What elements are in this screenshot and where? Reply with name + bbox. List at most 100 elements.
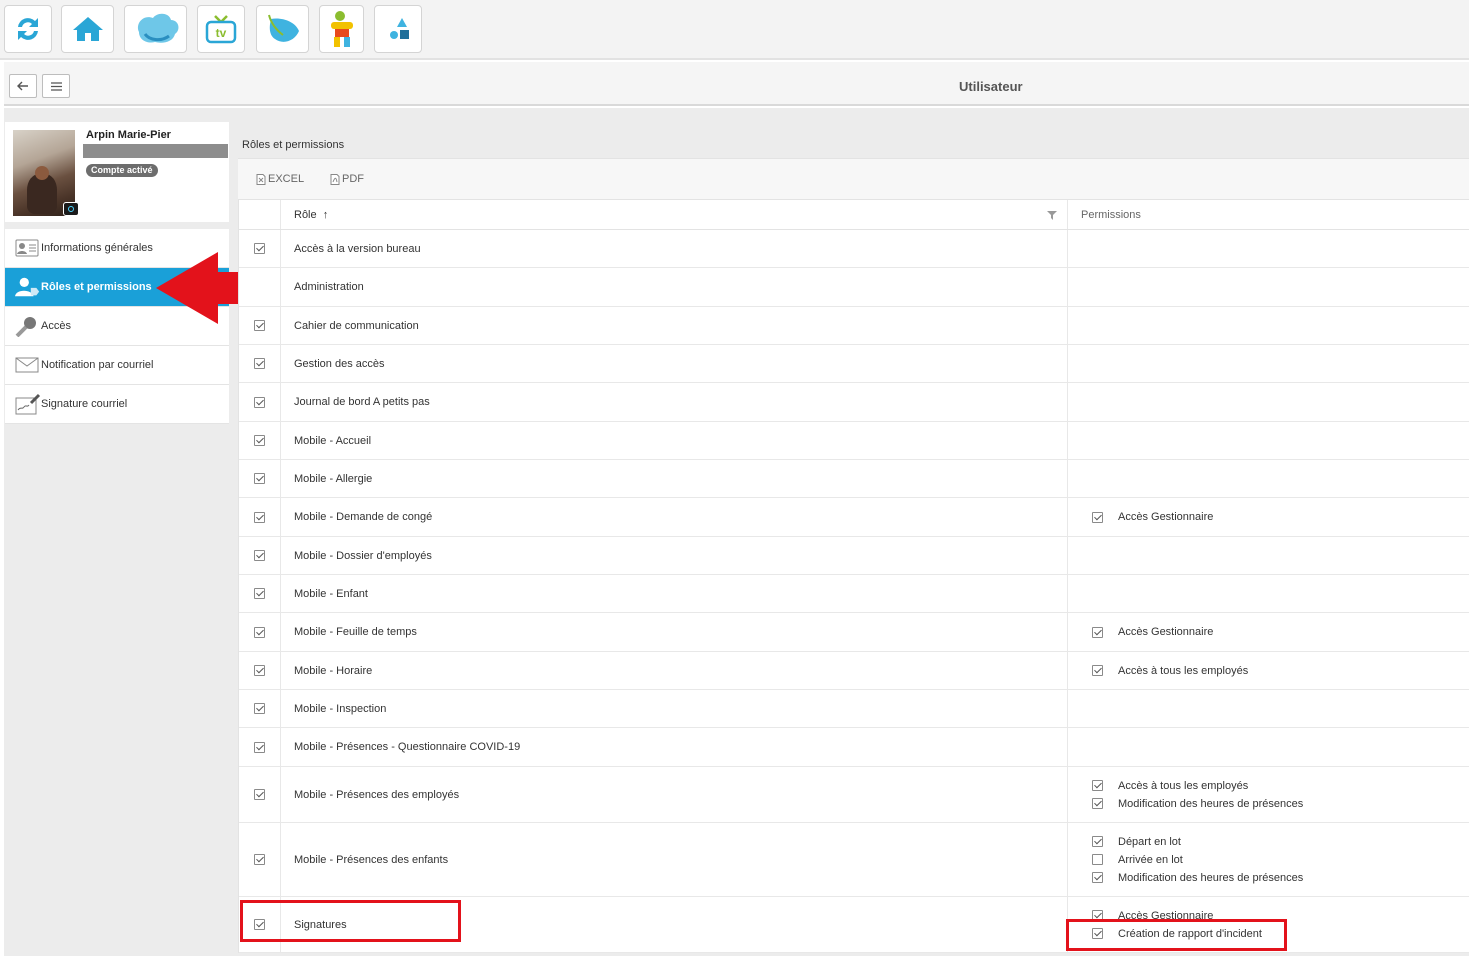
permissions-cell: [1068, 575, 1469, 612]
role-checkbox[interactable]: [254, 626, 265, 638]
permission-label: Accès Gestionnaire: [1118, 511, 1214, 523]
tv-app-button[interactable]: tv: [197, 5, 245, 53]
export-pdf-button[interactable]: PDF: [330, 173, 364, 185]
table-row: Mobile - Allergie: [239, 460, 1469, 498]
role-checkbox[interactable]: [254, 789, 265, 800]
role-checkbox[interactable]: [254, 854, 265, 865]
profile-name: Arpin Marie-Pier: [86, 129, 171, 141]
role-checkbox[interactable]: [254, 473, 265, 484]
permissions-cell: [1068, 230, 1469, 267]
profile-card: Arpin Marie-Pier Compte activé: [5, 122, 229, 222]
permissions-cell: [1068, 268, 1469, 306]
permission-checkbox[interactable]: [1092, 872, 1103, 883]
sidebar-item-label: Signature courriel: [41, 398, 128, 410]
permission-item: Accès à tous les employés: [1092, 662, 1469, 680]
permissions-cell: [1068, 383, 1469, 421]
row-select-cell: [239, 230, 281, 267]
table-row: Mobile - Dossier d'employés: [239, 537, 1469, 575]
row-select-cell: [239, 268, 281, 306]
filter-icon[interactable]: [1047, 210, 1057, 220]
role-checkbox[interactable]: [254, 511, 265, 523]
role-checkbox[interactable]: [254, 358, 265, 369]
id-card-icon: [15, 239, 41, 257]
role-cell: Mobile - Dossier d'employés: [281, 537, 1068, 574]
permission-label: Accès à tous les employés: [1118, 779, 1249, 792]
role-checkbox[interactable]: [254, 588, 265, 599]
roles-grid: Rôle ↑ Permissions Accès à la version bu…: [238, 200, 1469, 953]
permission-checkbox[interactable]: [1092, 511, 1103, 523]
table-row: Mobile - Présences des employés Accès à t…: [239, 767, 1469, 823]
role-checkbox[interactable]: [254, 741, 265, 753]
camera-icon[interactable]: [63, 202, 79, 216]
role-checkbox[interactable]: [254, 550, 265, 561]
page-header: Utilisateur: [4, 62, 1469, 106]
leaf-app-button[interactable]: [256, 5, 309, 53]
role-checkbox[interactable]: [254, 243, 265, 254]
table-row: Mobile - Feuille de temps Accès Gestionna…: [239, 613, 1469, 652]
role-checkbox[interactable]: [254, 703, 265, 714]
row-select-cell: [239, 307, 281, 344]
table-row: Mobile - Présences - Questionnaire COVID…: [239, 728, 1469, 767]
permission-checkbox[interactable]: [1092, 665, 1103, 676]
section-title: Rôles et permissions: [242, 139, 345, 151]
role-cell: Mobile - Demande de congé: [281, 498, 1068, 536]
column-header-role[interactable]: Rôle ↑: [281, 200, 1068, 229]
row-select-cell: [239, 728, 281, 766]
permission-checkbox[interactable]: [1092, 626, 1103, 638]
header-select-cell: [239, 200, 281, 229]
permission-label: Modification des heures de présences: [1118, 797, 1304, 810]
sidebar-item-notification[interactable]: Notification par courriel: [5, 346, 229, 385]
role-checkbox[interactable]: [254, 396, 265, 408]
character-app-button[interactable]: [319, 5, 364, 53]
character-app-icon: [330, 11, 353, 47]
grid-toolbar: EXCEL PDF: [238, 158, 1469, 200]
sidebar-item-signature[interactable]: Signature courriel: [5, 385, 229, 424]
role-cell: Cahier de communication: [281, 307, 1068, 344]
refresh-icon: [18, 18, 38, 40]
role-cell: Mobile - Feuille de temps: [281, 613, 1068, 651]
key-icon: [15, 315, 41, 337]
profile-redacted-bar: [83, 144, 228, 158]
role-checkbox[interactable]: [254, 665, 265, 676]
shapes-app-button[interactable]: [374, 5, 422, 53]
row-select-cell: [239, 422, 281, 459]
role-cell: Gestion des accès: [281, 345, 1068, 382]
row-select-cell: [239, 345, 281, 382]
table-row: Mobile - Horaire Accès à tous les employé…: [239, 652, 1469, 690]
permission-checkbox[interactable]: [1092, 798, 1103, 809]
refresh-button[interactable]: [4, 5, 52, 53]
excel-file-icon: [256, 173, 266, 185]
menu-button[interactable]: [42, 74, 70, 98]
permission-item: Accès Gestionnaire: [1092, 508, 1469, 526]
row-select-cell: [239, 537, 281, 574]
back-button[interactable]: [9, 74, 37, 98]
permission-item: Arrivée en lot: [1092, 851, 1469, 869]
table-row: Accès à la version bureau: [239, 230, 1469, 268]
permissions-cell: [1068, 690, 1469, 727]
role-cell: Mobile - Présences - Questionnaire COVID…: [281, 728, 1068, 766]
permissions-cell: Accès à tous les employés Modification de…: [1068, 767, 1469, 822]
app-bar: tv: [0, 0, 1469, 60]
role-checkbox[interactable]: [254, 320, 265, 331]
permission-checkbox[interactable]: [1092, 854, 1103, 865]
role-cell: Mobile - Allergie: [281, 460, 1068, 497]
export-excel-button[interactable]: EXCEL: [256, 173, 304, 185]
permission-item: Accès Gestionnaire: [1092, 623, 1469, 641]
cloud-app-button[interactable]: [124, 5, 187, 53]
arrow-left-icon: [17, 81, 28, 91]
table-row: Mobile - Demande de congé Accès Gestionna…: [239, 498, 1469, 537]
column-header-permissions[interactable]: Permissions: [1068, 200, 1469, 229]
permission-checkbox[interactable]: [1092, 836, 1103, 847]
user-roles-icon: [15, 276, 41, 298]
table-row: Administration: [239, 268, 1469, 307]
role-checkbox[interactable]: [254, 435, 265, 446]
row-select-cell: [239, 575, 281, 612]
table-row: Mobile - Inspection: [239, 690, 1469, 728]
sidebar-item-label: Notification par courriel: [41, 359, 154, 371]
home-button[interactable]: [61, 5, 114, 53]
sidebar-item-label: Accès: [41, 320, 71, 332]
permission-checkbox[interactable]: [1092, 780, 1103, 791]
role-cell: Mobile - Présences des enfants: [281, 823, 1068, 896]
tv-app-icon: tv: [205, 15, 237, 44]
highlight-creation-rapport: [1066, 919, 1287, 951]
